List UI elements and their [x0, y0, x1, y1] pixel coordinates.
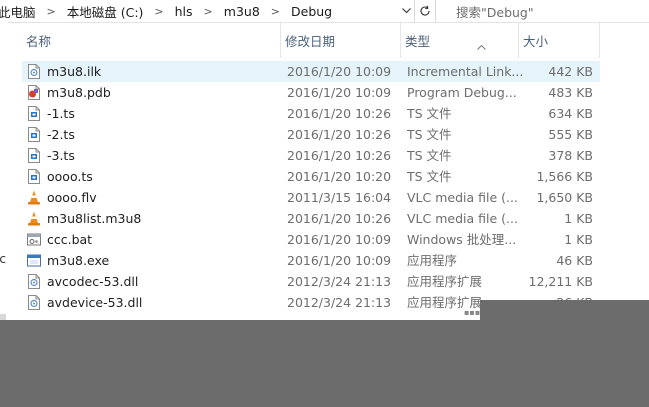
dim-overlay [0, 320, 649, 407]
file-type: VLC media file (... [407, 190, 518, 205]
breadcrumb-separator[interactable]: > [262, 5, 289, 18]
file-size: 12,211 KB [528, 274, 593, 289]
file-type: Windows 批处理... [407, 232, 517, 247]
file-date-modified: 2016/1/20 10:26 [287, 127, 392, 142]
file-row[interactable]: -3.ts 2016/1/20 10:26 TS 文件 378 KB [22, 145, 600, 166]
ts-file-icon [27, 169, 41, 184]
file-type: TS 文件 [407, 169, 452, 184]
ts-file-icon [27, 127, 41, 142]
file-size: 483 KB [548, 85, 593, 100]
file-list: m3u8.ilk 2016/1/20 10:09 Incremental Link.… [22, 61, 600, 313]
file-size: 1,650 KB [536, 190, 593, 205]
file-size: 1 KB [564, 211, 593, 226]
dll-file-icon [27, 295, 41, 310]
file-row[interactable]: m3u8.ilk 2016/1/20 10:09 Incremental Link.… [22, 61, 600, 82]
nav-item-fragment[interactable]: ic [0, 252, 6, 266]
column-date-modified[interactable]: 修改日期 [280, 22, 400, 58]
column-type[interactable]: 类型 [400, 22, 518, 58]
file-row[interactable]: -2.ts 2016/1/20 10:26 TS 文件 555 KB [22, 124, 600, 145]
file-name: -2.ts [47, 127, 75, 142]
breadcrumb-separator[interactable]: > [38, 5, 65, 18]
breadcrumb: 此电脑 > 本地磁盘 (C:) > hls > m3u8 > Debug [0, 0, 334, 22]
file-date-modified: 2011/3/15 16:04 [287, 190, 392, 205]
file-date-modified: 2016/1/20 10:09 [287, 232, 392, 247]
ts-file-icon [27, 148, 41, 163]
refresh-button[interactable] [414, 0, 436, 22]
file-row[interactable]: -1.ts 2016/1/20 10:26 TS 文件 634 KB [22, 103, 600, 124]
file-type: 应用程序 [407, 253, 458, 268]
breadcrumb-separator[interactable]: > [195, 5, 222, 18]
sort-ascending-icon [477, 43, 486, 53]
resize-grip-icon[interactable]: ▪▪▪ [464, 309, 480, 317]
file-name: m3u8list.m3u8 [47, 211, 142, 226]
file-row[interactable]: oooo.flv 2011/3/15 16:04 VLC media file (.… [22, 187, 600, 208]
file-type: 应用程序扩展 [407, 274, 483, 289]
address-bar[interactable]: 此电脑 > 本地磁盘 (C:) > hls > m3u8 > Debug 搜索"… [0, 0, 649, 23]
file-size: 634 KB [548, 106, 593, 121]
file-date-modified: 2016/1/20 10:09 [287, 85, 392, 100]
crumb-m3u8[interactable]: m3u8 [222, 4, 262, 19]
file-name: oooo.ts [47, 169, 93, 184]
file-size: 442 KB [548, 64, 593, 79]
file-name: oooo.flv [47, 190, 97, 205]
file-row[interactable]: m3u8.pdb 2016/1/20 10:09 Program Debug... 4… [22, 82, 600, 103]
file-row[interactable]: ccc.bat 2016/1/20 10:09 Windows 批处理... 1 KB [22, 229, 600, 250]
crumb-debug[interactable]: Debug [289, 4, 334, 19]
file-name: -1.ts [47, 106, 75, 121]
navigation-pane-edge: ic [0, 22, 8, 336]
file-name: avdevice-53.dll [47, 295, 143, 310]
file-name: ccc.bat [47, 232, 93, 247]
file-date-modified: 2012/3/24 21:13 [287, 274, 392, 289]
column-header: 名称 修改日期 类型 大小 [22, 22, 600, 58]
file-type: Program Debug... [407, 85, 517, 100]
file-date-modified: 2016/1/20 10:09 [287, 253, 392, 268]
search-input[interactable]: 搜索"Debug" [446, 0, 649, 22]
dim-overlay [480, 300, 649, 320]
file-row[interactable]: oooo.ts 2016/1/20 10:20 TS 文件 1,566 KB [22, 166, 600, 187]
file-row[interactable]: m3u8list.m3u8 2016/1/20 10:26 VLC media fi… [22, 208, 600, 229]
file-name: avcodec-53.dll [47, 274, 139, 289]
file-type: Incremental Link... [407, 64, 524, 79]
file-date-modified: 2016/1/20 10:26 [287, 148, 392, 163]
file-type: TS 文件 [407, 127, 452, 142]
crumb-local-disk[interactable]: 本地磁盘 (C:) [65, 2, 146, 21]
ilk-file-icon [27, 64, 41, 79]
file-size: 1 KB [564, 232, 593, 247]
file-type: VLC media file (... [407, 211, 518, 226]
file-name: m3u8.exe [47, 253, 110, 268]
file-name: m3u8.ilk [47, 64, 102, 79]
vlc-cone-icon [27, 190, 41, 205]
file-date-modified: 2016/1/20 10:09 [287, 64, 392, 79]
file-type: TS 文件 [407, 106, 452, 121]
bat-file-icon [27, 232, 41, 247]
file-size: 46 KB [556, 253, 593, 268]
file-size: 555 KB [548, 127, 593, 142]
column-name[interactable]: 名称 [22, 22, 280, 58]
column-size[interactable]: 大小 [518, 22, 600, 58]
crumb-this-pc[interactable]: 此电脑 [0, 2, 38, 21]
file-date-modified: 2016/1/20 10:20 [287, 169, 392, 184]
file-size: 1,566 KB [536, 169, 593, 184]
vlc-cone-icon [27, 211, 41, 226]
file-date-modified: 2012/3/24 21:13 [287, 295, 392, 310]
ts-file-icon [27, 106, 41, 121]
refresh-icon [420, 5, 430, 16]
address-history-chevron-icon[interactable] [398, 0, 414, 22]
file-name: m3u8.pdb [47, 85, 111, 100]
file-date-modified: 2016/1/20 10:26 [287, 106, 392, 121]
file-type: TS 文件 [407, 148, 452, 163]
crumb-hls[interactable]: hls [173, 4, 195, 19]
file-row[interactable]: avcodec-53.dll 2012/3/24 21:13 应用程序扩展 12,21… [22, 271, 600, 292]
file-name: -3.ts [47, 148, 75, 163]
file-size: 378 KB [548, 148, 593, 163]
pdb-file-icon [27, 85, 41, 100]
file-row[interactable]: m3u8.exe 2016/1/20 10:09 应用程序 46 KB [22, 250, 600, 271]
dll-file-icon [27, 274, 41, 289]
breadcrumb-separator[interactable]: > [145, 5, 172, 18]
file-date-modified: 2016/1/20 10:26 [287, 211, 392, 226]
exe-file-icon [27, 253, 41, 268]
